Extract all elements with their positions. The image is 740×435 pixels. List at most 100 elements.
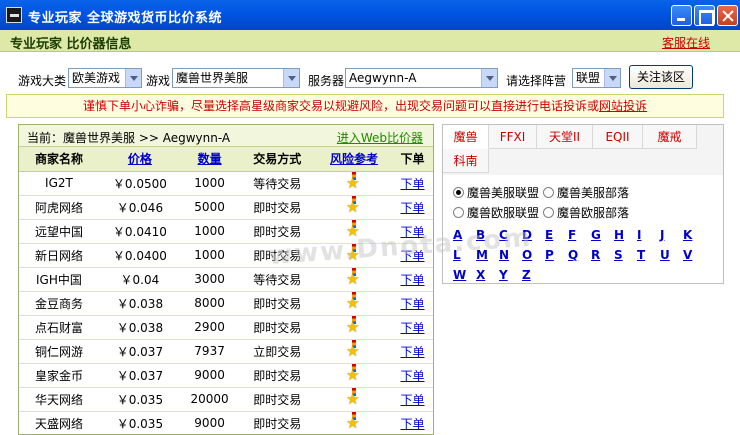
order-cell[interactable]: 下单: [391, 171, 433, 196]
risk-cell: ★: [316, 267, 392, 292]
trade-mode: 即时交易: [238, 243, 317, 268]
letter-link-c[interactable]: C: [499, 225, 522, 245]
order-link[interactable]: 下单: [400, 321, 424, 335]
letter-link-d[interactable]: D: [522, 225, 545, 245]
price: ￥0.037: [98, 363, 181, 388]
letter-link-g[interactable]: G: [591, 225, 614, 245]
order-cell[interactable]: 下单: [391, 315, 433, 340]
price: ￥0.0400: [98, 243, 181, 268]
order-link[interactable]: 下单: [400, 297, 424, 311]
sort-price-link[interactable]: 价格: [128, 152, 152, 166]
letter-link-m[interactable]: M: [476, 245, 499, 265]
faction-select[interactable]: 联盟: [572, 68, 621, 88]
filter-row: 游戏大类 欧美游戏 游戏 魔兽世界美服 服务器 Aegwynn-A 请选择阵营 …: [0, 52, 740, 92]
letter-link-r[interactable]: R: [591, 245, 614, 265]
letter-link-j[interactable]: J: [660, 225, 683, 245]
letter-link-z[interactable]: Z: [522, 265, 545, 285]
server-select[interactable]: Aegwynn-A: [345, 68, 498, 88]
warning-notice: 谨慎下单小心诈骗，尽量选择高星级商家交易以规避风险，出现交易问题可以直接进行电话…: [6, 94, 724, 118]
order-link[interactable]: 下单: [400, 273, 424, 287]
radio-eu-horde[interactable]: 魔兽欧服部落: [543, 203, 629, 223]
order-cell[interactable]: 下单: [391, 339, 433, 364]
col-risk[interactable]: 风险参考: [316, 147, 392, 172]
letter-link-f[interactable]: F: [568, 225, 591, 245]
trade-mode: 即时交易: [238, 315, 317, 340]
window-title: 专业玩家 全球游戏货币比价系统: [28, 11, 223, 26]
price: ￥0.04: [98, 267, 181, 292]
category-select[interactable]: 欧美游戏: [68, 68, 142, 88]
quantity: 1000: [180, 171, 239, 196]
risk-reference-link[interactable]: 风险参考: [330, 152, 378, 166]
close-window-button[interactable]: [717, 5, 738, 26]
letter-link-e[interactable]: E: [545, 225, 568, 245]
quantity: 8000: [180, 291, 239, 316]
letter-link-o[interactable]: O: [522, 245, 545, 265]
risk-star-icon: ★: [346, 363, 360, 384]
order-link[interactable]: 下单: [400, 177, 424, 191]
risk-star-icon: ★: [346, 291, 360, 312]
server-label: 服务器: [308, 74, 345, 88]
letter-link-k[interactable]: K: [683, 225, 706, 245]
minimize-button[interactable]: [671, 5, 692, 26]
order-link[interactable]: 下单: [400, 369, 424, 383]
risk-cell: ★: [316, 219, 392, 244]
order-link[interactable]: 下单: [400, 345, 424, 359]
order-cell[interactable]: 下单: [391, 387, 433, 412]
merchant-name: IGH中国: [19, 267, 99, 292]
tab-lotro[interactable]: 魔戒: [643, 125, 697, 149]
order-link[interactable]: 下单: [400, 393, 424, 407]
letter-link-w[interactable]: W: [453, 265, 476, 285]
radio-us-horde[interactable]: 魔兽美服部落: [543, 183, 629, 203]
letter-link-y[interactable]: Y: [499, 265, 522, 285]
complaint-link[interactable]: 网站投诉: [599, 99, 647, 113]
letter-link-h[interactable]: H: [614, 225, 637, 245]
follow-region-button[interactable]: 关注该区: [629, 65, 693, 89]
trade-mode: 即时交易: [238, 219, 317, 244]
radio-unchecked-icon: [453, 207, 464, 218]
quantity: 20000: [180, 387, 239, 412]
letter-link-l[interactable]: L: [453, 245, 476, 265]
letter-link-t[interactable]: T: [637, 245, 660, 265]
risk-star-icon: ★: [346, 219, 360, 240]
radio-us-alliance[interactable]: 魔兽美服联盟: [453, 183, 539, 203]
order-link[interactable]: 下单: [400, 417, 424, 431]
order-cell[interactable]: 下单: [391, 219, 433, 244]
letter-link-q[interactable]: Q: [568, 245, 591, 265]
order-cell[interactable]: 下单: [391, 363, 433, 388]
letter-link-n[interactable]: N: [499, 245, 522, 265]
table-row: 新日网络 ￥0.0400 1000 即时交易 ★ 下单: [19, 243, 433, 268]
order-link[interactable]: 下单: [400, 201, 424, 215]
tab-ffxi[interactable]: FFXI: [489, 125, 537, 149]
col-quantity[interactable]: 数量: [180, 147, 239, 172]
letter-link-v[interactable]: V: [683, 245, 706, 265]
tab-eq2[interactable]: EQII: [593, 125, 643, 149]
order-cell[interactable]: 下单: [391, 411, 433, 434]
radio-eu-alliance[interactable]: 魔兽欧服联盟: [453, 203, 539, 223]
tab-conan[interactable]: 科南: [443, 149, 489, 173]
order-link[interactable]: 下单: [400, 249, 424, 263]
order-cell[interactable]: 下单: [391, 195, 433, 220]
letter-link-s[interactable]: S: [614, 245, 637, 265]
order-cell[interactable]: 下单: [391, 243, 433, 268]
merchant-name: 远望中国: [19, 219, 99, 244]
header-strip: 专业玩家 比价器信息 客服在线: [0, 30, 740, 52]
web-comparator-link[interactable]: 进入Web比价器: [337, 129, 423, 146]
tab-wow[interactable]: 魔兽: [443, 125, 489, 149]
order-cell[interactable]: 下单: [391, 267, 433, 292]
sort-quantity-link[interactable]: 数量: [198, 152, 222, 166]
tab-lineage2[interactable]: 天堂II: [537, 125, 593, 149]
quantity: 7937: [180, 339, 239, 364]
letter-link-p[interactable]: P: [545, 245, 568, 265]
quantity: 9000: [180, 411, 239, 434]
letter-link-u[interactable]: U: [660, 245, 683, 265]
maximize-button[interactable]: [694, 5, 715, 26]
col-price[interactable]: 价格: [98, 147, 181, 172]
game-select[interactable]: 魔兽世界美服: [172, 68, 300, 88]
letter-link-i[interactable]: I: [637, 225, 660, 245]
customer-service-link[interactable]: 客服在线: [662, 34, 710, 51]
letter-link-a[interactable]: A: [453, 225, 476, 245]
order-cell[interactable]: 下单: [391, 291, 433, 316]
letter-link-x[interactable]: X: [476, 265, 499, 285]
letter-link-b[interactable]: B: [476, 225, 499, 245]
order-link[interactable]: 下单: [400, 225, 424, 239]
